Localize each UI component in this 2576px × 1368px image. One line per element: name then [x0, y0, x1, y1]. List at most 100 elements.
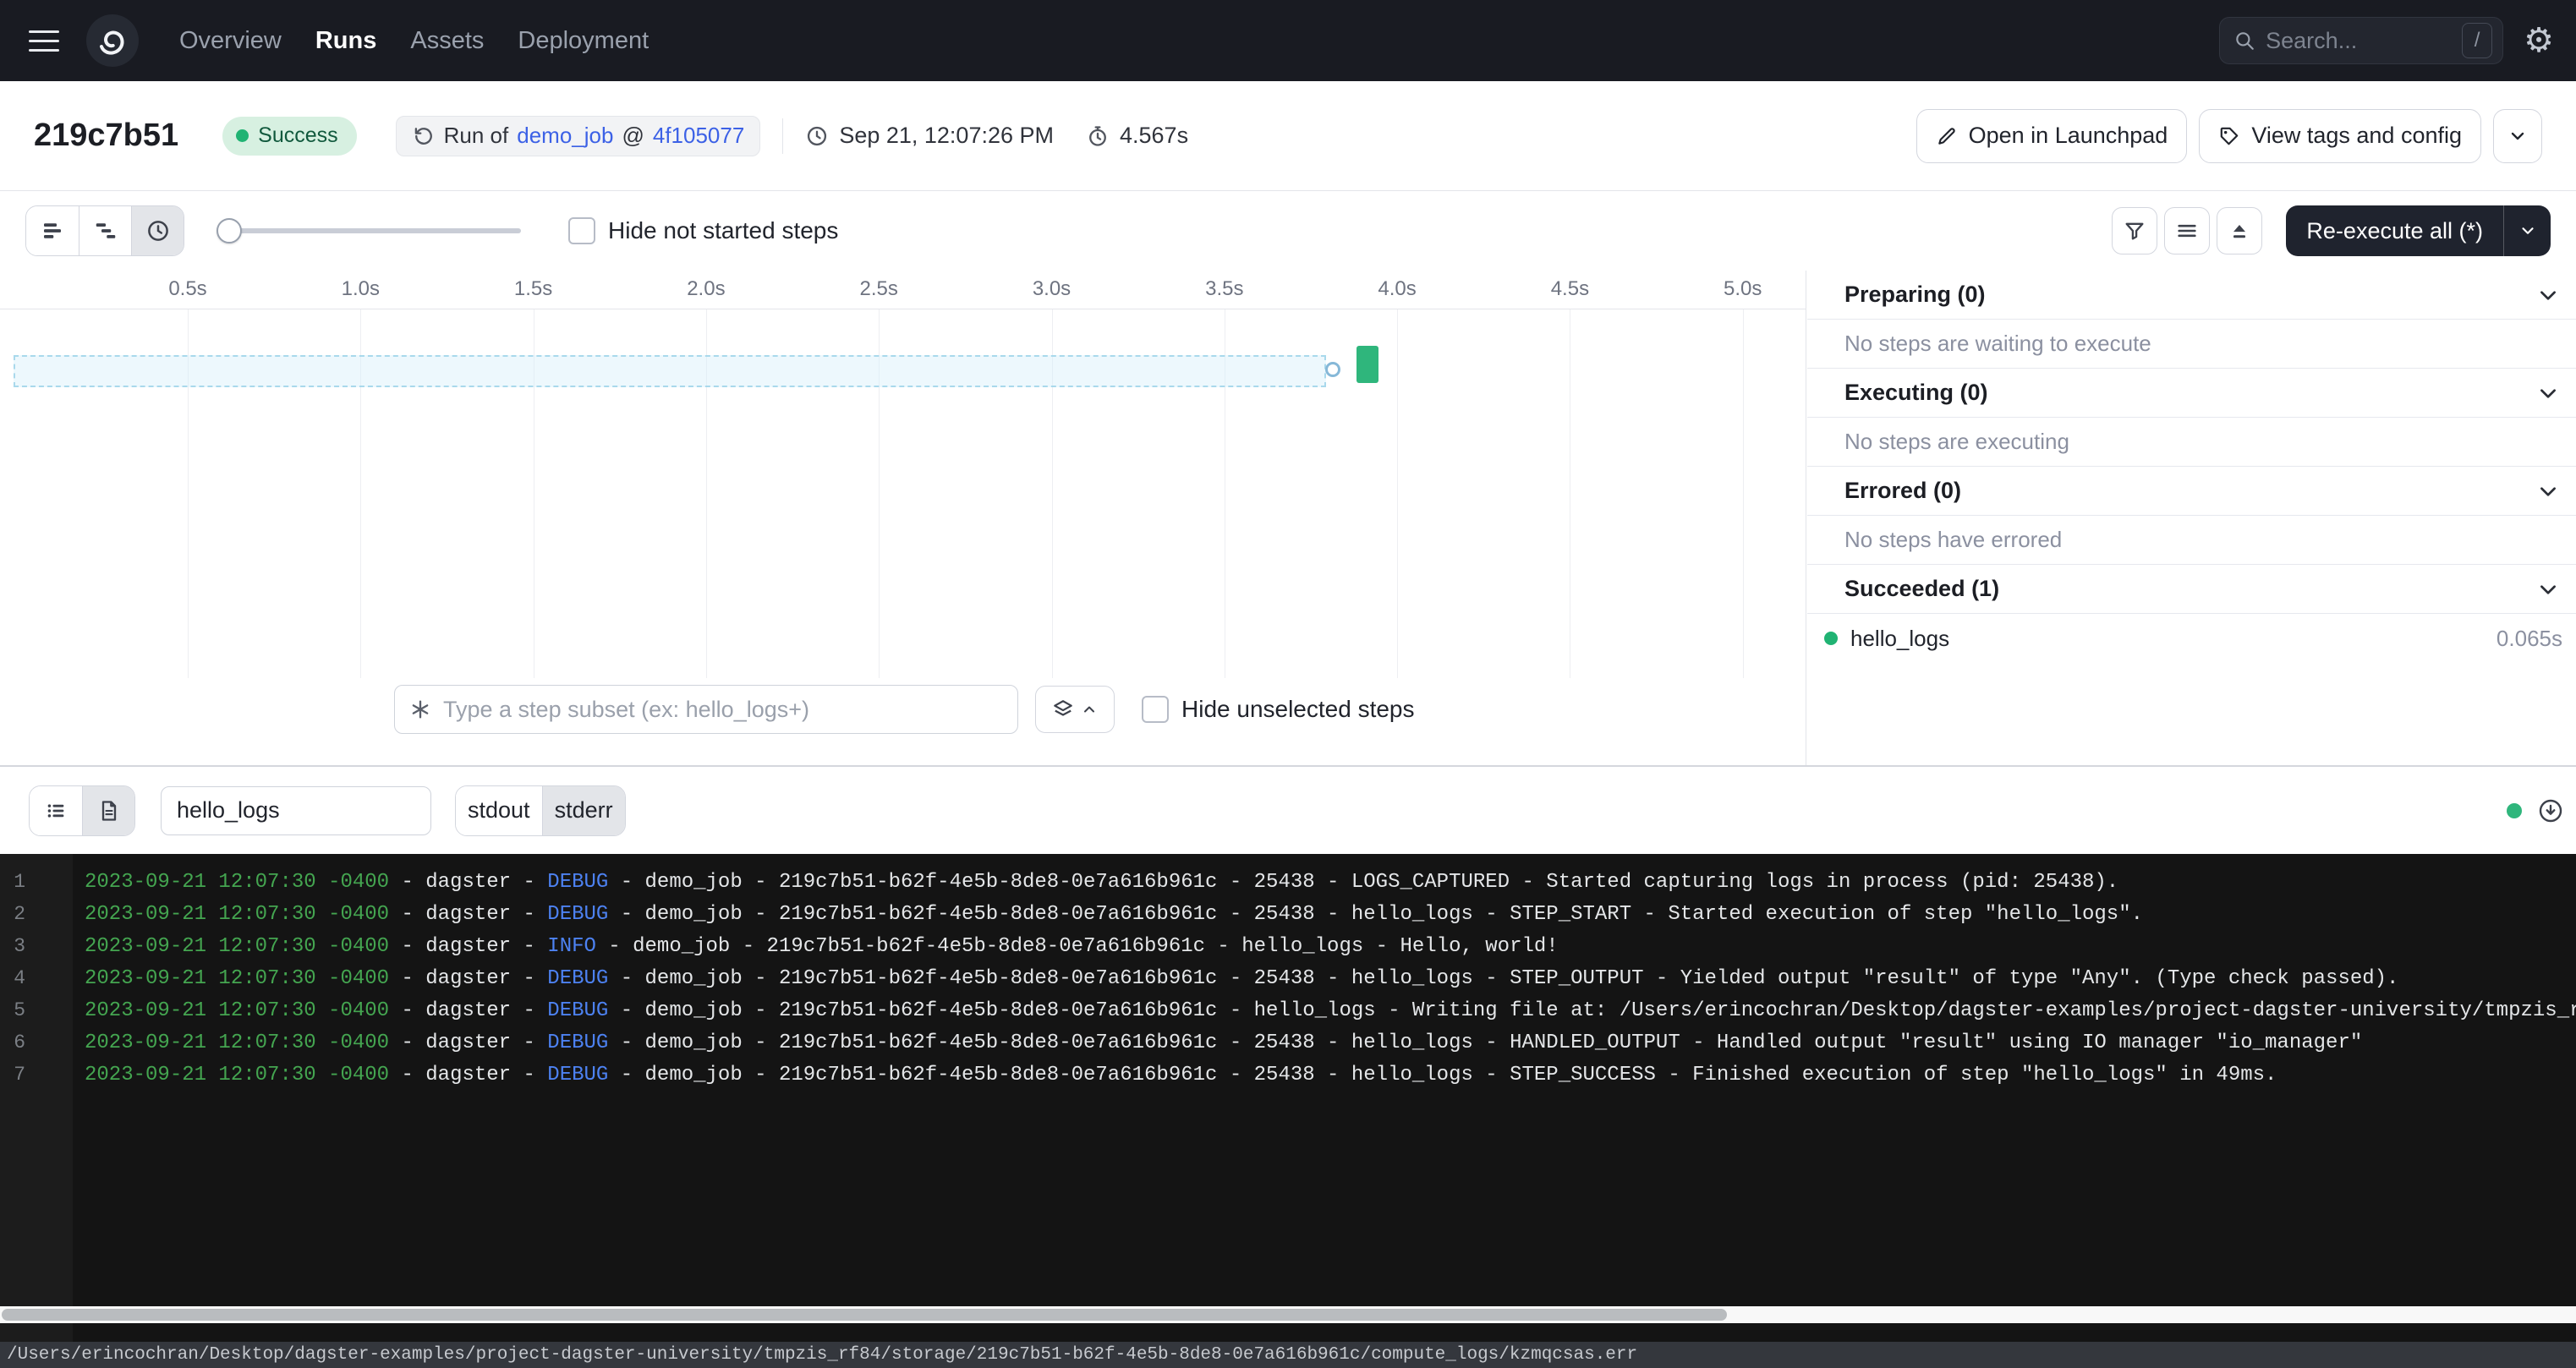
- section-header[interactable]: Succeeded (1): [1807, 565, 2576, 614]
- stdio-toggle: stdout stderr: [455, 785, 626, 836]
- reexecute-dropdown-button[interactable]: [2503, 205, 2551, 256]
- download-icon[interactable]: [2537, 797, 2564, 824]
- run-header: 219c7b51 Success Run of demo_job @ 4f105…: [0, 81, 2576, 191]
- log-line-content: 2023-09-21 12:07:30 -0400 - dagster - DE…: [85, 1064, 2277, 1086]
- axis-tick: 3.5s: [1205, 277, 1243, 301]
- zoom-slider[interactable]: [216, 217, 521, 244]
- slider-track: [228, 228, 521, 233]
- nav-item-overview[interactable]: Overview: [179, 27, 282, 55]
- document-icon: [97, 799, 121, 823]
- axis-tick: 4.0s: [1378, 277, 1416, 301]
- section-header[interactable]: Preparing (0): [1807, 271, 2576, 320]
- nav-item-runs[interactable]: Runs: [315, 27, 377, 55]
- log-level: DEBUG: [547, 967, 608, 990]
- list-logs-icon: [44, 799, 68, 823]
- view-tags-config-label: View tags and config: [2251, 123, 2462, 149]
- stdout-tab[interactable]: stdout: [456, 786, 542, 835]
- waterfall-view-icon: [93, 218, 118, 244]
- section-title: Succeeded (1): [1844, 576, 1999, 602]
- waterfall-view-button[interactable]: [79, 206, 131, 255]
- scrollbar-thumb[interactable]: [2, 1309, 1727, 1321]
- open-in-launchpad-label: Open in Launchpad: [1969, 123, 2168, 149]
- open-in-launchpad-button[interactable]: Open in Launchpad: [1916, 109, 2188, 163]
- commit-link[interactable]: 4f105077: [653, 123, 744, 149]
- log-horizontal-scrollbar: [0, 1306, 2576, 1323]
- step-duration: 0.065s: [2497, 626, 2562, 652]
- view-tags-config-button[interactable]: View tags and config: [2199, 109, 2481, 163]
- reexecute-all-button[interactable]: Re-execute all (*): [2286, 205, 2503, 256]
- section-header[interactable]: Executing (0): [1807, 369, 2576, 418]
- nav-item-assets[interactable]: Assets: [410, 27, 484, 55]
- search-input[interactable]: [2266, 28, 2452, 54]
- filter-button[interactable]: [2112, 207, 2157, 254]
- axis-tick: 1.5s: [514, 277, 552, 301]
- nav-items: Overview Runs Assets Deployment: [179, 27, 649, 55]
- section-empty-text: No steps are executing: [1807, 418, 2576, 467]
- divider: [782, 118, 783, 154]
- pencil-icon: [1936, 125, 1958, 147]
- step-subset-box: [394, 685, 1018, 734]
- raw-logs-button[interactable]: [82, 786, 134, 835]
- flat-view-button[interactable]: [26, 206, 79, 255]
- rows-button[interactable]: [2164, 207, 2210, 254]
- dagster-logo[interactable]: [85, 13, 140, 68]
- run-timestamp-text: Sep 21, 12:07:26 PM: [839, 123, 1054, 149]
- run-duration: 4.567s: [1086, 123, 1188, 149]
- chevron-up-icon: [1081, 701, 1098, 718]
- log-step-filter-input[interactable]: [177, 797, 415, 824]
- log-source: - dagster -: [389, 871, 547, 894]
- run-actions-dropdown-button[interactable]: [2493, 109, 2542, 163]
- log-source: - dagster -: [389, 903, 547, 926]
- slider-knob[interactable]: [216, 218, 242, 244]
- log-level: DEBUG: [547, 1064, 608, 1086]
- log-message: - demo_job - 219c7b51-b62f-4e5b-8de8-0e7…: [608, 967, 2398, 990]
- log-line: 62023-09-21 12:07:30 -0400 - dagster - D…: [0, 1026, 2576, 1059]
- hide-not-started-checkbox[interactable]: [568, 217, 595, 244]
- section-header[interactable]: Errored (0): [1807, 467, 2576, 516]
- search-box: /: [2219, 17, 2503, 64]
- log-source: - dagster -: [389, 967, 547, 990]
- log-line: 52023-09-21 12:07:30 -0400 - dagster - D…: [0, 994, 2576, 1026]
- status-dot: [236, 129, 249, 142]
- hamburger-menu-icon[interactable]: [29, 24, 59, 58]
- section-title: Executing (0): [1844, 380, 1988, 406]
- log-step-filter-box: [161, 786, 431, 835]
- log-line-content: 2023-09-21 12:07:30 -0400 - dagster - DE…: [85, 967, 2398, 990]
- log-timestamp: 2023-09-21 12:07:30 -0400: [85, 1064, 389, 1086]
- section-title: Preparing (0): [1844, 282, 1986, 308]
- job-name-link[interactable]: demo_job: [517, 123, 613, 149]
- search-shortcut-badge: /: [2462, 23, 2492, 58]
- step-subset-input[interactable]: [443, 697, 1004, 723]
- log-message: - demo_job - 219c7b51-b62f-4e5b-8de8-0e7…: [608, 1031, 2362, 1054]
- eject-icon: [2228, 219, 2251, 243]
- gantt-step-bar-hello-logs[interactable]: [1357, 346, 1378, 383]
- step-status-dot: [1824, 632, 1838, 645]
- layers-icon: [1052, 698, 1074, 720]
- log-line-number: 5: [0, 999, 25, 1021]
- axis-tick: 5.0s: [1724, 277, 1762, 301]
- step-row[interactable]: hello_logs 0.065s: [1807, 614, 2576, 663]
- section-empty-text: No steps have errored: [1807, 516, 2576, 565]
- hide-unselected-checkbox[interactable]: [1142, 696, 1169, 723]
- top-nav: Overview Runs Assets Deployment / ⚙: [0, 0, 2576, 81]
- run-id-title: 219c7b51: [34, 118, 178, 154]
- graph-options-button[interactable]: [1035, 686, 1115, 733]
- log-level: DEBUG: [547, 903, 608, 926]
- log-file-path-bar: /Users/erincochran/Desktop/dagster-examp…: [0, 1342, 2576, 1368]
- run-duration-text: 4.567s: [1120, 123, 1188, 149]
- timed-view-button[interactable]: [131, 206, 184, 255]
- step-name: hello_logs: [1850, 626, 1949, 652]
- log-line-content: 2023-09-21 12:07:30 -0400 - dagster - DE…: [85, 1031, 2362, 1054]
- stderr-tab[interactable]: stderr: [542, 786, 625, 835]
- nav-item-deployment[interactable]: Deployment: [518, 27, 649, 55]
- log-level: DEBUG: [547, 999, 608, 1022]
- eject-button[interactable]: [2217, 207, 2262, 254]
- hide-not-started-checkbox-group: Hide not started steps: [568, 217, 838, 244]
- gear-icon[interactable]: ⚙: [2524, 24, 2554, 57]
- structured-logs-button[interactable]: [30, 786, 82, 835]
- run-of-chip: Run of demo_job @ 4f105077: [396, 116, 761, 156]
- log-line: 72023-09-21 12:07:30 -0400 - dagster - D…: [0, 1059, 2576, 1091]
- chevron-down-icon: [2518, 222, 2537, 240]
- log-source: - dagster -: [389, 1064, 547, 1086]
- raw-log-viewer: 12023-09-21 12:07:30 -0400 - dagster - D…: [0, 854, 2576, 1368]
